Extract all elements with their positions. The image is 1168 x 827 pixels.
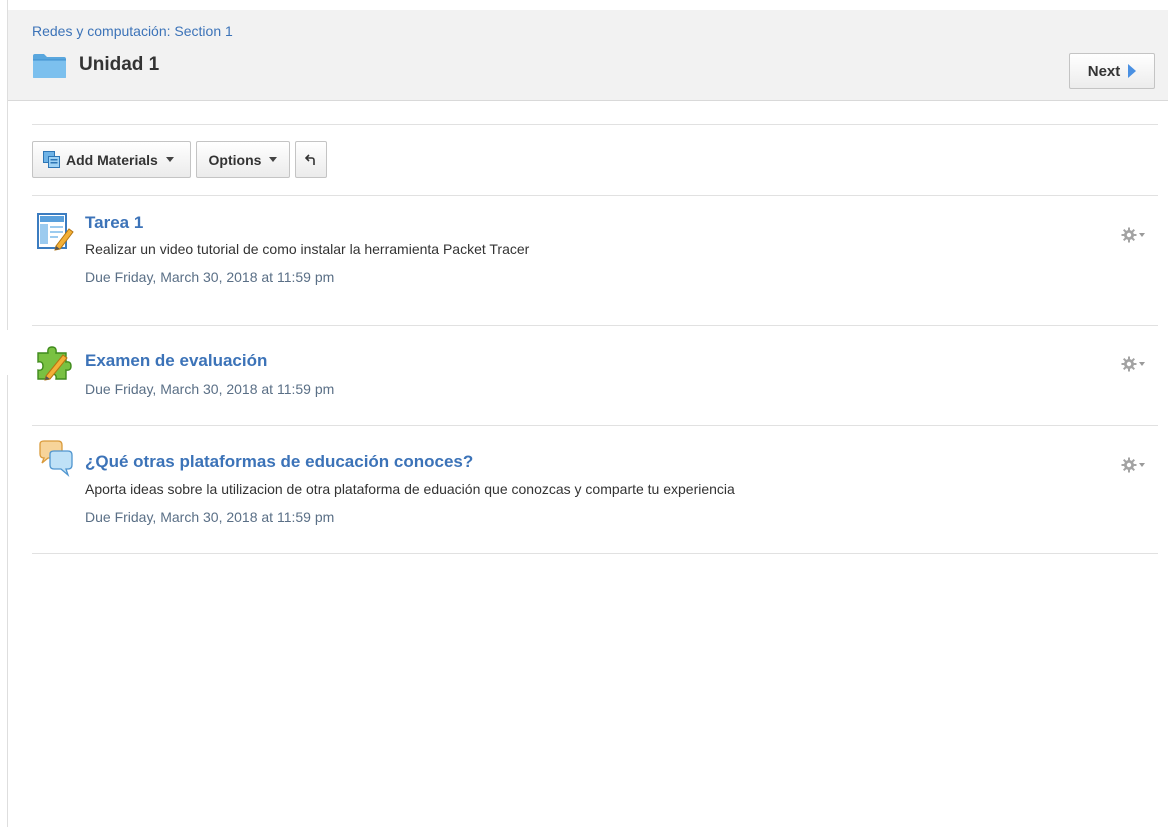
item-title-link[interactable]: Tarea 1: [85, 213, 143, 233]
page: Redes y computación: Section 1 Unidad 1 …: [0, 0, 1168, 827]
item-title-link[interactable]: Examen de evaluación: [85, 351, 267, 371]
divider: [32, 325, 1158, 326]
chevron-down-icon: [1139, 233, 1145, 237]
page-title: Unidad 1: [79, 54, 160, 75]
assessment-puzzle-icon: [37, 346, 72, 381]
assignment-icon: [37, 213, 74, 251]
chevron-down-icon: [165, 157, 174, 162]
item-due-date: Due Friday, March 30, 2018 at 11:59 pm: [85, 509, 335, 525]
undo-arrow-icon: [305, 153, 315, 165]
play-arrow-icon: [1128, 64, 1137, 78]
folder-header: Redes y computación: Section 1 Unidad 1 …: [8, 10, 1168, 101]
left-border: [7, 375, 8, 827]
folder-icon: [33, 54, 66, 78]
discussion-bubbles-icon: [39, 440, 73, 478]
breadcrumb[interactable]: Redes y computación: Section 1: [32, 23, 233, 39]
add-materials-icon: [43, 151, 60, 168]
divider: [32, 124, 1158, 125]
list-item-assessment: Examen de evaluación Due Friday, March 3…: [32, 343, 1158, 423]
item-description: Aporta ideas sobre la utilizacion de otr…: [85, 481, 735, 497]
item-description: Realizar un video tutorial de como insta…: [85, 241, 530, 257]
toolbar: Add Materials Options: [32, 141, 327, 178]
list-item-discussion: ¿Qué otras plataformas de educación cono…: [32, 440, 1158, 550]
next-button-label: Next: [1087, 62, 1121, 80]
divider: [32, 195, 1158, 196]
options-button[interactable]: Options: [196, 141, 290, 178]
add-materials-label: Add Materials: [66, 151, 158, 168]
next-button[interactable]: Next: [1069, 53, 1155, 89]
item-due-date: Due Friday, March 30, 2018 at 11:59 pm: [85, 269, 335, 285]
options-label: Options: [208, 151, 262, 168]
item-due-date: Due Friday, March 30, 2018 at 11:59 pm: [85, 381, 335, 397]
divider: [32, 425, 1158, 426]
item-title-link[interactable]: ¿Qué otras plataformas de educación cono…: [85, 452, 473, 472]
item-settings-button[interactable]: [1121, 456, 1149, 474]
undo-button[interactable]: [295, 141, 327, 178]
item-settings-button[interactable]: [1121, 355, 1149, 373]
item-settings-button[interactable]: [1121, 226, 1149, 244]
gear-icon: [1121, 457, 1137, 473]
list-item-assignment: Tarea 1 Realizar un video tutorial de co…: [32, 213, 1158, 323]
chevron-down-icon: [1139, 463, 1145, 467]
gear-icon: [1121, 227, 1137, 243]
divider: [32, 553, 1158, 554]
chevron-down-icon: [1139, 362, 1145, 366]
chevron-down-icon: [269, 157, 278, 162]
gear-icon: [1121, 356, 1137, 372]
add-materials-button[interactable]: Add Materials: [32, 141, 191, 178]
